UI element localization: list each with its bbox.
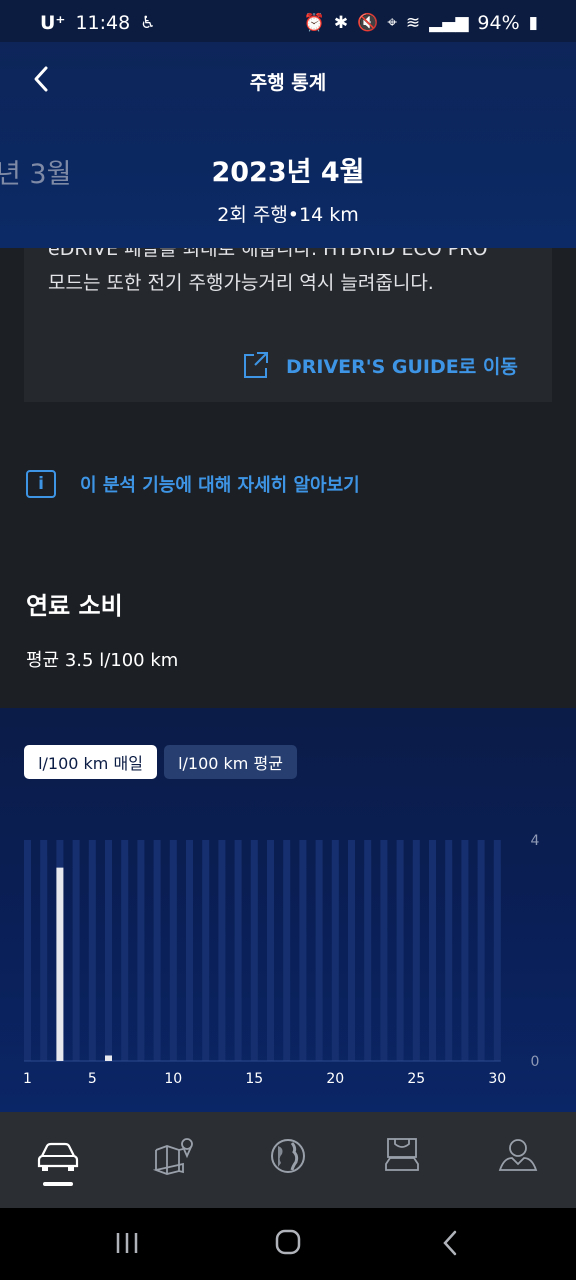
bar-track xyxy=(331,840,339,1061)
bar-track xyxy=(445,840,453,1061)
bar-track xyxy=(396,840,404,1061)
bar-track xyxy=(315,840,323,1061)
bar-track xyxy=(267,840,274,1061)
y-tick-label: 4 xyxy=(531,833,540,849)
bar-track xyxy=(218,840,226,1061)
x-tick-label: 25 xyxy=(407,1071,425,1087)
bar-track xyxy=(348,840,355,1061)
wifi-icon: ≋ xyxy=(405,12,421,33)
chart-section: 4 0 1 5 10 15 20 25 30 l/100 km 매일 l/100 km 평균 xyxy=(0,708,576,1112)
bar-track xyxy=(40,840,48,1061)
bar-track xyxy=(380,840,388,1061)
bar-track xyxy=(461,840,469,1061)
carrier: U⁺ xyxy=(40,12,66,34)
bar-track xyxy=(186,840,193,1061)
bar-track xyxy=(169,840,177,1061)
bar-track xyxy=(234,840,242,1061)
home-icon[interactable] xyxy=(274,1228,302,1256)
bar-track xyxy=(88,840,96,1061)
current-month: 2023년 4월 xyxy=(211,157,365,188)
globe-icon[interactable] xyxy=(266,1136,310,1176)
card-text-cut: eDRIVE 페달을 최대로 해줍니다. HYBRID ECO PRO xyxy=(48,248,488,260)
drivers-guide-label: DRIVER'S GUIDE로 이동 xyxy=(286,355,518,378)
bar-track xyxy=(24,840,31,1061)
y-tick-label: 0 xyxy=(531,1054,540,1070)
x-tick-label: 20 xyxy=(326,1071,344,1087)
bar-track xyxy=(299,840,307,1061)
bar-track xyxy=(250,840,258,1061)
location-icon: ⌖ xyxy=(387,12,397,33)
system-back-icon[interactable] xyxy=(438,1228,462,1258)
mute-icon: 🔇 xyxy=(357,12,379,33)
nav-active-indicator xyxy=(43,1182,73,1186)
tab-daily[interactable]: l/100 km 매일 xyxy=(24,745,157,779)
bar-track xyxy=(72,840,80,1061)
tab-average[interactable]: l/100 km 평균 xyxy=(164,745,297,779)
bar-track xyxy=(283,840,291,1061)
car-icon[interactable] xyxy=(36,1136,80,1176)
fuel-average: 평균 3.5 l/100 km xyxy=(26,650,179,671)
card-text: 모드는 또한 전기 주행가능거리 역시 늘려줍니다. xyxy=(48,272,434,294)
x-tick-label: 30 xyxy=(488,1071,506,1087)
info-icon: i xyxy=(26,470,56,498)
bluetooth-icon: ✱ xyxy=(333,12,349,33)
x-tick-label: 1 xyxy=(23,1071,32,1087)
signal-icon: ▂▄▆ xyxy=(429,12,469,33)
battery-icon: ▮ xyxy=(528,12,538,33)
page-title: 주행 통계 xyxy=(249,72,327,94)
drivers-guide-link[interactable]: DRIVER'S GUIDE로 이동 xyxy=(242,350,518,380)
bar-track xyxy=(364,840,372,1061)
learn-more-label: 이 분석 기능에 대해 자세히 알아보기 xyxy=(80,475,360,496)
x-tick-label: 15 xyxy=(245,1071,263,1087)
bar-track xyxy=(202,840,210,1061)
bar-track xyxy=(137,840,145,1061)
external-link-icon xyxy=(244,352,268,378)
chart-bar xyxy=(105,1055,112,1061)
info-card: eDRIVE 페달을 최대로 해줍니다. HYBRID ECO PRO 모드는 … xyxy=(24,248,552,402)
bottom-nav xyxy=(0,1112,576,1208)
shop-icon[interactable] xyxy=(380,1136,424,1176)
bar-track xyxy=(121,840,129,1061)
accessibility-icon: ♿ xyxy=(140,12,156,33)
alarm-icon: ⏰ xyxy=(303,12,325,33)
bar-track xyxy=(493,840,501,1061)
chart-bar xyxy=(56,867,64,1061)
bar-track xyxy=(477,840,485,1061)
clock: 11:48 xyxy=(75,12,131,34)
bar-track xyxy=(153,840,161,1061)
learn-more-link[interactable]: i 이 분석 기능에 대해 자세히 알아보기 xyxy=(26,470,360,498)
profile-icon[interactable] xyxy=(496,1136,540,1176)
month-summary: 2회 주행•14 km xyxy=(217,204,359,226)
x-tick-label: 10 xyxy=(164,1071,182,1087)
system-nav-bar xyxy=(0,1208,576,1280)
fuel-title: 연료 소비 xyxy=(26,592,123,620)
bar-track xyxy=(429,840,436,1061)
recent-apps-icon[interactable] xyxy=(112,1230,142,1256)
x-tick-label: 5 xyxy=(88,1071,97,1087)
battery-percent: 94% xyxy=(477,12,520,34)
bar-track xyxy=(412,840,420,1061)
header: 주행 통계 년 3월 2023년 4월 2회 주행•14 km xyxy=(0,42,576,248)
map-icon[interactable] xyxy=(153,1136,197,1176)
bar-track xyxy=(105,840,112,1061)
